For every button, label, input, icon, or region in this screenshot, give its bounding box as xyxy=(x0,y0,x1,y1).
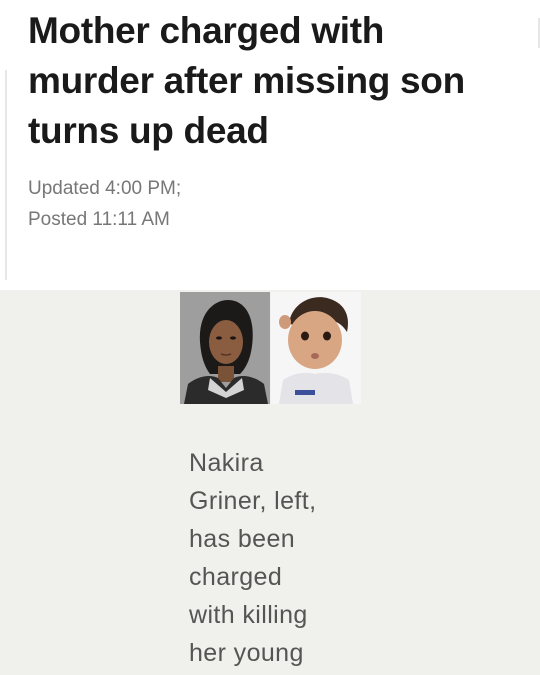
headline: Mother charged with murder after missing… xyxy=(28,6,528,156)
caption-line: Nakira xyxy=(189,449,264,477)
headline-line: murder after missing son xyxy=(28,60,465,101)
headline-line: turns up dead xyxy=(28,110,269,151)
child-photo[interactable] xyxy=(271,292,361,404)
mugshot-photo[interactable] xyxy=(180,292,270,404)
headline-line: Mother charged with xyxy=(28,10,385,51)
caption-line: with killing xyxy=(189,601,308,629)
left-divider xyxy=(5,70,7,280)
posted-timestamp: Posted 11:11 AM xyxy=(28,209,170,230)
caption-line: has been xyxy=(189,525,296,553)
caption-line: Griner, left, xyxy=(189,487,317,515)
updated-timestamp: Updated 4:00 PM; xyxy=(28,178,182,199)
article-header: Mother charged with murder after missing… xyxy=(0,0,540,290)
media-area: Nakira Griner, left, has been charged wi… xyxy=(0,290,540,675)
caption-line: her young xyxy=(189,639,304,667)
photo-caption: Nakira Griner, left, has been charged wi… xyxy=(189,444,369,672)
caption-line: charged xyxy=(189,563,283,591)
